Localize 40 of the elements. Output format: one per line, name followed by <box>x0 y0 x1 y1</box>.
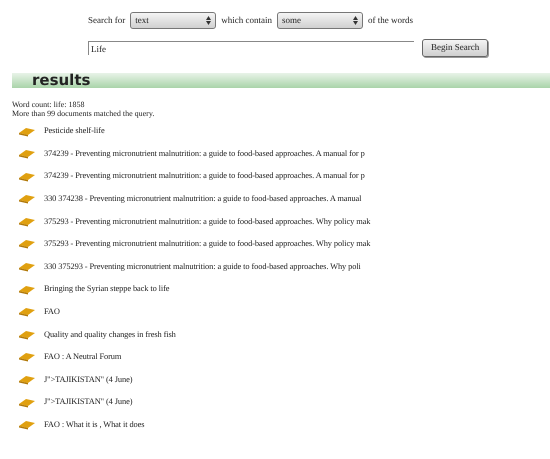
result-link[interactable]: Bringing the Syrian steppe back to life <box>44 283 170 296</box>
book-icon[interactable] <box>18 172 36 182</box>
book-icon[interactable] <box>18 194 36 204</box>
query-field[interactable]: Life <box>88 41 414 55</box>
result-link[interactable]: 374239 - Preventing micronutrient malnutrition: a guide to food-based approaches. A manual for p <box>44 170 365 183</box>
updown-icon <box>352 16 358 25</box>
book-icon[interactable] <box>18 216 36 227</box>
book-icon[interactable] <box>18 330 36 340</box>
results-title: results <box>32 71 90 89</box>
book-icon[interactable] <box>18 239 36 250</box>
book-icon[interactable] <box>18 420 36 430</box>
result-link[interactable]: 330 374238 - Preventing micronutrient malnutrition: a guide to food-based approaches. A manual <box>44 192 362 206</box>
dropdown[interactable]: text <box>130 12 216 29</box>
result-link[interactable]: J">TAJIKISTAN" (4 June) <box>44 396 132 409</box>
dropdown[interactable]: some <box>276 12 363 29</box>
book-icon[interactable] <box>18 352 36 362</box>
book-icon[interactable] <box>18 284 36 295</box>
result-link[interactable]: Quality and quality changes in fresh fish <box>44 328 176 342</box>
book-icon[interactable] <box>18 375 36 386</box>
result-link[interactable]: 375293 - Preventing micronutrient malnutrition: a guide to food-based approaches. Why policy mak <box>44 216 370 228</box>
result-link[interactable]: FAO <box>44 306 60 319</box>
result-link[interactable]: 374239 - Preventing micronutrient malnutrition: a guide to food-based approaches. A manual for p <box>44 148 365 160</box>
result-link[interactable]: Pesticide shelf-life <box>44 125 105 138</box>
begin-search-button[interactable]: Begin Search <box>422 39 488 57</box>
search-label: Search for <box>88 14 126 27</box>
book-icon[interactable] <box>18 398 36 408</box>
book-icon[interactable] <box>18 126 36 136</box>
result-link[interactable]: J">TAJIKISTAN" (4 June) <box>44 374 132 386</box>
updown-icon <box>206 16 212 25</box>
result-link[interactable]: 330 375293 - Preventing micronutrient malnutrition: a guide to food-based approaches. Why poli <box>44 260 361 274</box>
search-label: of the words <box>368 14 413 27</box>
status-text: More than 99 documents matched the query. <box>12 109 156 118</box>
status-text: Word count: life: 1858 <box>12 100 86 109</box>
book-icon[interactable] <box>18 149 36 160</box>
result-link[interactable]: FAO : What it is , What it does <box>44 418 144 432</box>
result-link[interactable]: 375293 - Preventing micronutrient malnutrition: a guide to food-based approaches. Why policy mak <box>44 238 370 251</box>
result-link[interactable]: FAO : A Neutral Forum <box>44 351 122 364</box>
search-label: which contain <box>221 14 272 27</box>
book-icon[interactable] <box>18 262 36 272</box>
book-icon[interactable] <box>18 307 36 318</box>
